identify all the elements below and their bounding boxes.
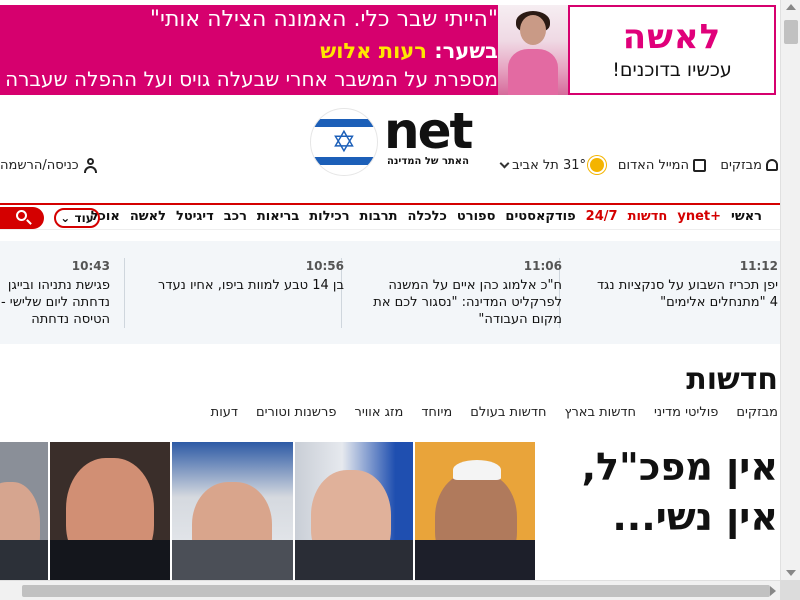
user-icon	[83, 158, 97, 173]
main-nav: ראשי +ynet חדשות 24/7 פודקאסטים ספורט כל…	[0, 203, 780, 230]
weather-label: 31° תל אביב	[512, 157, 586, 173]
section-subnav: מבזקים פוליטי מדיני חדשות בארץ חדשות בעו…	[211, 405, 778, 420]
ad-subtitle: מספרת על המשבר אחרי שבעלה גויס ועל ההפלה…	[5, 67, 498, 91]
main-headline[interactable]: אין מפכ"ל, אין נשי...	[563, 442, 778, 542]
ticker-item[interactable]: 10:43 פגישת נתניהו ובייגן נדחתה ליום שלי…	[0, 258, 110, 328]
search-icon	[16, 210, 27, 221]
section-title: חדשות	[686, 362, 778, 397]
red-alert-label: המייל האדום	[617, 157, 689, 173]
ticker-time: 11:06	[523, 259, 562, 273]
ad-cover-name: רעות אלוש	[320, 39, 427, 63]
logo-tagline: האתר של המדינה	[387, 156, 469, 167]
nav-item-home[interactable]: ראשי	[731, 209, 762, 224]
login-label: כניסה/הרשמה	[0, 157, 79, 173]
ticker-item[interactable]: 11:12 יפן תכריז השבוע על סנקציות נגד 4 "…	[588, 258, 778, 328]
nav-more-label: עוד	[74, 211, 94, 225]
subnav-item[interactable]: פרשנות וטורים	[256, 405, 336, 420]
ticker-text: פגישת נתניהו ובייגן נדחתה ליום שלישי - ה…	[0, 278, 110, 327]
nav-item-gossip[interactable]: רכילות	[309, 209, 349, 224]
subnav-item[interactable]: חדשות בארץ	[564, 405, 636, 420]
subnav-item[interactable]: מיוחד	[421, 405, 452, 420]
login-link[interactable]: כניסה/הרשמה	[0, 155, 97, 175]
nav-item-culture[interactable]: תרבות	[360, 209, 398, 224]
nav-item-sport[interactable]: ספורט	[457, 209, 496, 224]
bell-icon	[766, 159, 778, 171]
ad-quote: "הייתי שבר כלי. האמונה הצילה אותי"	[149, 7, 498, 32]
ad-magazine-logo: לאשה	[622, 17, 722, 57]
nav-item-podcasts[interactable]: פודקאסטים	[505, 209, 575, 224]
headline-photo[interactable]	[0, 442, 48, 580]
headline-photo[interactable]	[172, 442, 293, 580]
headline-photo[interactable]	[50, 442, 170, 580]
ticker-time: 10:43	[71, 259, 110, 273]
ticker-item[interactable]: 11:06 ח"כ אלמוג כהן איים על המשנה לפרקלי…	[372, 258, 562, 328]
search-button[interactable]	[0, 207, 44, 229]
sun-icon	[590, 158, 604, 172]
subnav-item[interactable]: פוליטי מדיני	[654, 405, 718, 420]
ticker-time: 11:12	[739, 259, 778, 273]
ticker-text: ח"כ אלמוג כהן איים על המשנה לפרקליט המדי…	[373, 278, 562, 327]
ad-cover-prefix: בשער:	[434, 39, 498, 63]
hscroll-thumb[interactable]	[22, 585, 770, 597]
nav-item-women[interactable]: לאשה	[130, 209, 166, 224]
nav-item-digital[interactable]: דיגיטל	[176, 209, 214, 224]
nav-item-health[interactable]: בריאות	[257, 209, 299, 224]
horizontal-scrollbar[interactable]	[0, 580, 780, 600]
ad-magazine-box[interactable]: לאשה עכשיו בדוכנים!	[568, 5, 776, 95]
scroll-down-icon[interactable]	[786, 570, 796, 576]
subnav-item[interactable]: חדשות בעולם	[470, 405, 546, 420]
nav-item-economy[interactable]: כלכלה	[408, 209, 447, 224]
vertical-scrollbar[interactable]	[780, 0, 800, 600]
ad-cta: עכשיו בדוכנים!	[612, 59, 732, 81]
nav-item-247[interactable]: 24/7	[586, 209, 618, 224]
scroll-thumb[interactable]	[784, 20, 798, 44]
nav-item-news[interactable]: חדשות	[628, 209, 668, 224]
site-logo[interactable]: ✡ net האתר של המדינה	[310, 102, 473, 176]
flash-news-label: מבזקים	[720, 157, 762, 173]
ticker-item[interactable]: 10:56 בן 14 טבע למוות ביפו, אחיו נעדר	[154, 258, 344, 328]
nav-item-cars[interactable]: רכב	[224, 209, 247, 224]
headline-photo[interactable]	[415, 442, 535, 580]
ad-model-photo	[498, 5, 568, 95]
edit-icon	[693, 158, 706, 172]
nav-items: ראשי +ynet חדשות 24/7 פודקאסטים ספורט כל…	[91, 209, 762, 224]
israel-flag-icon: ✡	[310, 108, 378, 176]
ticker-text: יפן תכריז השבוע על סנקציות נגד 4 "מתנחלי…	[596, 278, 778, 310]
nav-item-plus[interactable]: +ynet	[677, 209, 721, 224]
logo-word: net	[384, 102, 473, 160]
scrollbar-corner	[780, 580, 800, 600]
headline-photo[interactable]	[295, 442, 413, 580]
subnav-item[interactable]: מבזקים	[736, 405, 778, 420]
nav-more-button[interactable]: עוד ⌄	[54, 208, 100, 228]
ticker-time: 10:56	[305, 259, 344, 273]
subnav-item[interactable]: דעות	[211, 405, 238, 420]
scroll-right-icon[interactable]	[770, 586, 776, 596]
ticker-divider	[124, 258, 125, 328]
flash-news-link[interactable]: מבזקים	[720, 155, 778, 175]
red-alert-link[interactable]: המייל האדום	[618, 155, 706, 175]
subnav-item[interactable]: מזג אוויר	[354, 405, 403, 420]
ad-cover-line: בשער: רעות אלוש	[320, 39, 498, 63]
chevron-down-icon	[499, 158, 510, 168]
ticker-text: בן 14 טבע למוות ביפו, אחיו נעדר	[158, 278, 344, 293]
scroll-up-icon[interactable]	[786, 4, 796, 10]
weather-widget[interactable]: 31° תל אביב	[499, 155, 604, 175]
ad-banner[interactable]: "הייתי שבר כלי. האמונה הצילה אותי" בשער:…	[0, 5, 776, 95]
